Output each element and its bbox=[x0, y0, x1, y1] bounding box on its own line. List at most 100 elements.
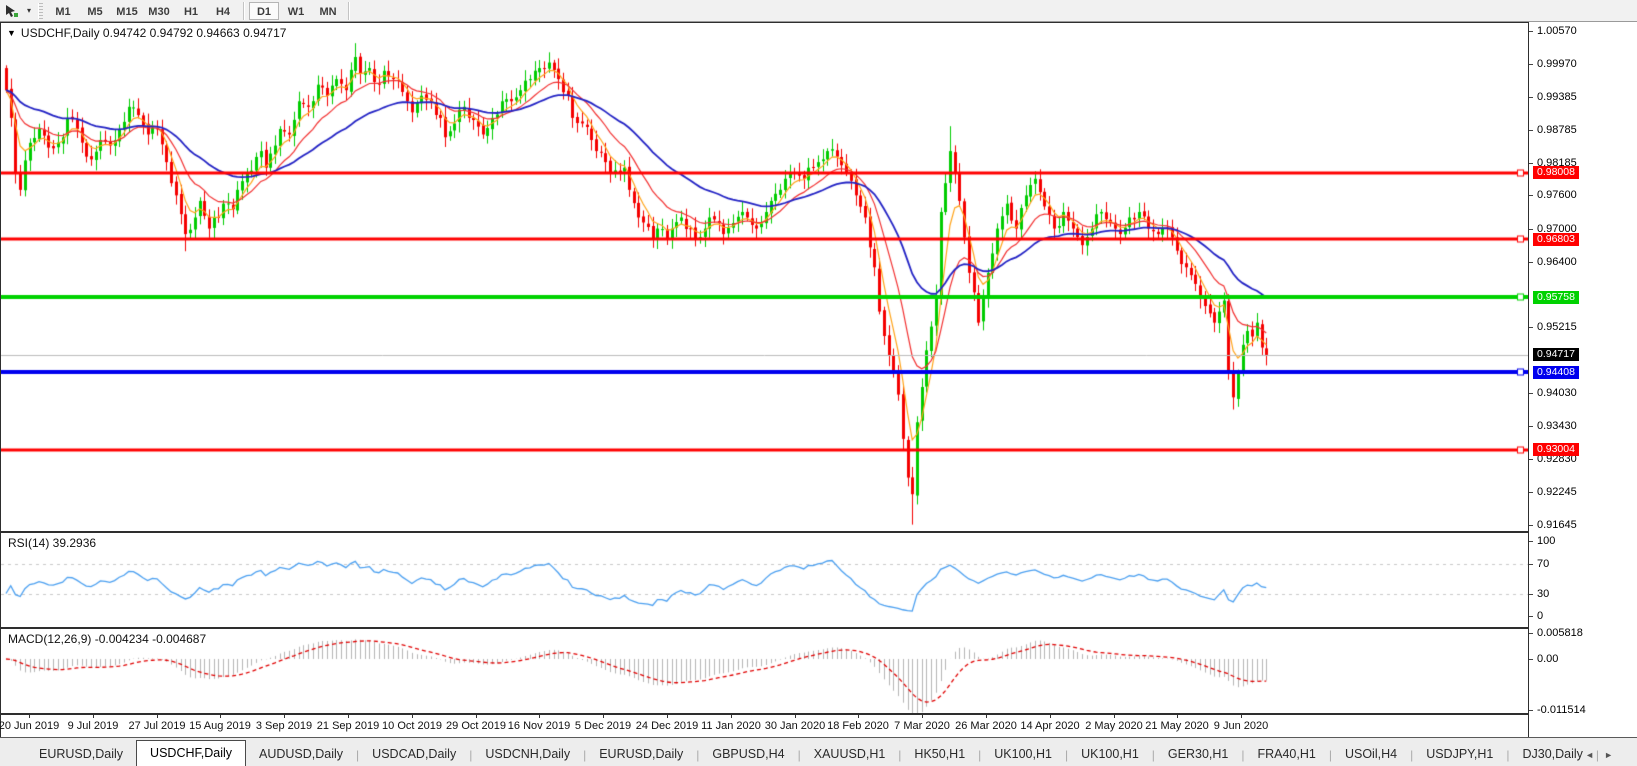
chart-title: ▼ USDCHF,Daily 0.94742 0.94792 0.94663 0… bbox=[7, 26, 286, 40]
tab-fra40-h1[interactable]: FRA40,H1 bbox=[1244, 743, 1328, 766]
tab-scroll-arrows[interactable]: ◄► bbox=[1585, 750, 1623, 760]
price-line-label: 0.95758 bbox=[1533, 291, 1579, 304]
date-label: 5 Dec 2019 bbox=[574, 720, 632, 732]
price-axis[interactable]: 1.00570 0.99970 0.99385 0.98785 0.98185 0.976… bbox=[1528, 22, 1637, 737]
plot-column: ▼ USDCHF,Daily 0.94742 0.94792 0.94663 0… bbox=[0, 22, 1528, 737]
chart-tab-bar: EURUSD,Daily USDCHF,Daily AUDUSD,Daily | USD… bbox=[0, 737, 1637, 766]
rsi-panel: RSI(14) 39.2936 bbox=[1, 533, 1528, 627]
axis-tick-mark bbox=[1529, 64, 1533, 65]
date-tick-mark bbox=[412, 715, 413, 718]
price-tick-label: 30 bbox=[1537, 588, 1550, 600]
price-line-label: 0.93004 bbox=[1533, 443, 1579, 456]
axis-tick-mark bbox=[1529, 97, 1533, 98]
price-tick-label: 0.95215 bbox=[1537, 321, 1577, 333]
price-tick-label: 0.91645 bbox=[1537, 519, 1577, 531]
timeframe-button-m5[interactable]: M5 bbox=[80, 2, 110, 20]
tab-usdcnh-daily[interactable]: USDCNH,Daily bbox=[472, 743, 583, 766]
tab-usdcad-daily[interactable]: USDCAD,Daily bbox=[359, 743, 469, 766]
toolbar-separator bbox=[243, 1, 244, 20]
timeframe-button-m1[interactable]: M1 bbox=[48, 2, 78, 20]
price-tick-label: 0.00 bbox=[1537, 653, 1559, 665]
tab-uk100-h1[interactable]: UK100,H1 bbox=[981, 743, 1065, 766]
date-label: 21 May 2020 bbox=[1145, 720, 1209, 732]
axis-tick-mark bbox=[1529, 130, 1533, 131]
price-line-label: 0.94717 bbox=[1533, 348, 1579, 361]
tab-usdchf-daily[interactable]: USDCHF,Daily bbox=[136, 740, 246, 766]
axis-tick-mark bbox=[1529, 426, 1533, 427]
tab-uk100-h1[interactable]: UK100,H1 bbox=[1068, 743, 1152, 766]
tab-hk50-h1[interactable]: HK50,H1 bbox=[901, 743, 978, 766]
axis-tick-mark bbox=[1529, 31, 1533, 32]
date-label: 21 Sep 2019 bbox=[316, 720, 380, 732]
timeframe-button-h4[interactable]: H4 bbox=[208, 2, 238, 20]
axis-tick-mark bbox=[1529, 163, 1533, 164]
price-tick-label: 1.00570 bbox=[1537, 25, 1577, 37]
timeframe-button-m15[interactable]: M15 bbox=[112, 2, 142, 20]
date-tick-mark bbox=[1050, 715, 1051, 718]
tab-xauusd-h1[interactable]: XAUUSD,H1 bbox=[801, 743, 899, 766]
price-tick-label: 0.97600 bbox=[1537, 189, 1577, 201]
date-axis[interactable]: 20 Jun 2019 9 Jul 2019 27 Jul 2019 15 Aug 2… bbox=[0, 715, 1528, 737]
axis-tick-mark bbox=[1529, 710, 1533, 711]
price-tick-label: 0.005818 bbox=[1537, 627, 1583, 639]
chart-tools-dropdown-icon[interactable]: ▾ bbox=[22, 6, 36, 15]
date-tick-mark bbox=[284, 715, 285, 718]
chart-title-dropdown-icon[interactable]: ▼ bbox=[7, 28, 16, 38]
timeframe-button-m30[interactable]: M30 bbox=[144, 2, 174, 20]
date-tick-mark bbox=[1177, 715, 1178, 718]
date-tick-mark bbox=[1241, 715, 1242, 718]
date-label: 11 Jan 2020 bbox=[701, 720, 761, 732]
tab-gbpusd-h4[interactable]: GBPUSD,H4 bbox=[699, 743, 797, 766]
timeframe-button-h1[interactable]: H1 bbox=[176, 2, 206, 20]
date-tick-mark bbox=[93, 715, 94, 718]
price-tick-label: 0.94030 bbox=[1537, 387, 1577, 399]
rsi-canvas[interactable] bbox=[1, 533, 1528, 627]
date-label: 20 Jun 2019 bbox=[0, 720, 60, 732]
date-label: 29 Oct 2019 bbox=[446, 720, 506, 732]
axis-tick-mark bbox=[1529, 195, 1533, 196]
toolbar-grip-handle[interactable] bbox=[38, 2, 43, 19]
timeframe-button-mn[interactable]: MN bbox=[313, 2, 343, 20]
date-tick-mark bbox=[29, 715, 30, 718]
axis-tick-mark bbox=[1529, 492, 1533, 493]
date-label: 18 Feb 2020 bbox=[827, 720, 889, 732]
tab-audusd-daily[interactable]: AUDUSD,Daily bbox=[246, 743, 356, 766]
date-label: 10 Oct 2019 bbox=[382, 720, 442, 732]
tab-ger30-h1[interactable]: GER30,H1 bbox=[1155, 743, 1241, 766]
tab-eurusd-daily[interactable]: EURUSD,Daily bbox=[26, 743, 136, 766]
date-tick-mark bbox=[667, 715, 668, 718]
price-tick-label: 0.99385 bbox=[1537, 91, 1577, 103]
date-tick-mark bbox=[539, 715, 540, 718]
date-tick-mark bbox=[858, 715, 859, 718]
tab-usoil-h4[interactable]: USOil,H4 bbox=[1332, 743, 1410, 766]
date-tick-mark bbox=[476, 715, 477, 718]
date-tick-mark bbox=[1114, 715, 1115, 718]
timeframe-button-d1[interactable]: D1 bbox=[249, 1, 279, 20]
chart-window: ▼ USDCHF,Daily 0.94742 0.94792 0.94663 0… bbox=[0, 22, 1637, 737]
macd-label: MACD(12,26,9) -0.004234 -0.004687 bbox=[8, 632, 207, 646]
date-tick-mark bbox=[157, 715, 158, 718]
axis-tick-mark bbox=[1529, 262, 1533, 263]
date-tick-mark bbox=[986, 715, 987, 718]
price-line-label: 0.94408 bbox=[1533, 366, 1579, 379]
date-tick-mark bbox=[922, 715, 923, 718]
date-label: 27 Jul 2019 bbox=[128, 720, 186, 732]
timeframe-button-w1[interactable]: W1 bbox=[281, 2, 311, 20]
price-tick-label: 70 bbox=[1537, 558, 1550, 570]
price-line-label: 0.96803 bbox=[1533, 233, 1579, 246]
tab-eurusd-daily[interactable]: EURUSD,Daily bbox=[586, 743, 696, 766]
tab-usdjpy-h1[interactable]: USDJPY,H1 bbox=[1413, 743, 1506, 766]
price-tick-label: 0 bbox=[1537, 610, 1544, 622]
chart-cursor-icon[interactable] bbox=[0, 1, 22, 21]
date-label: 16 Nov 2019 bbox=[507, 720, 571, 732]
axis-tick-mark bbox=[1529, 393, 1533, 394]
price-line-label: 0.98008 bbox=[1533, 166, 1579, 179]
chart-title-text: USDCHF,Daily 0.94742 0.94792 0.94663 0.9… bbox=[20, 26, 287, 40]
macd-canvas[interactable] bbox=[1, 629, 1528, 713]
main-chart-canvas[interactable] bbox=[1, 23, 1528, 531]
price-tick-label: -0.011514 bbox=[1537, 704, 1586, 716]
date-label: 7 Mar 2020 bbox=[894, 720, 950, 732]
tab-dj30-daily[interactable]: DJ30,Daily bbox=[1509, 743, 1595, 766]
date-label: 14 Apr 2020 bbox=[1020, 720, 1080, 732]
date-label: 30 Jan 2020 bbox=[764, 720, 826, 732]
